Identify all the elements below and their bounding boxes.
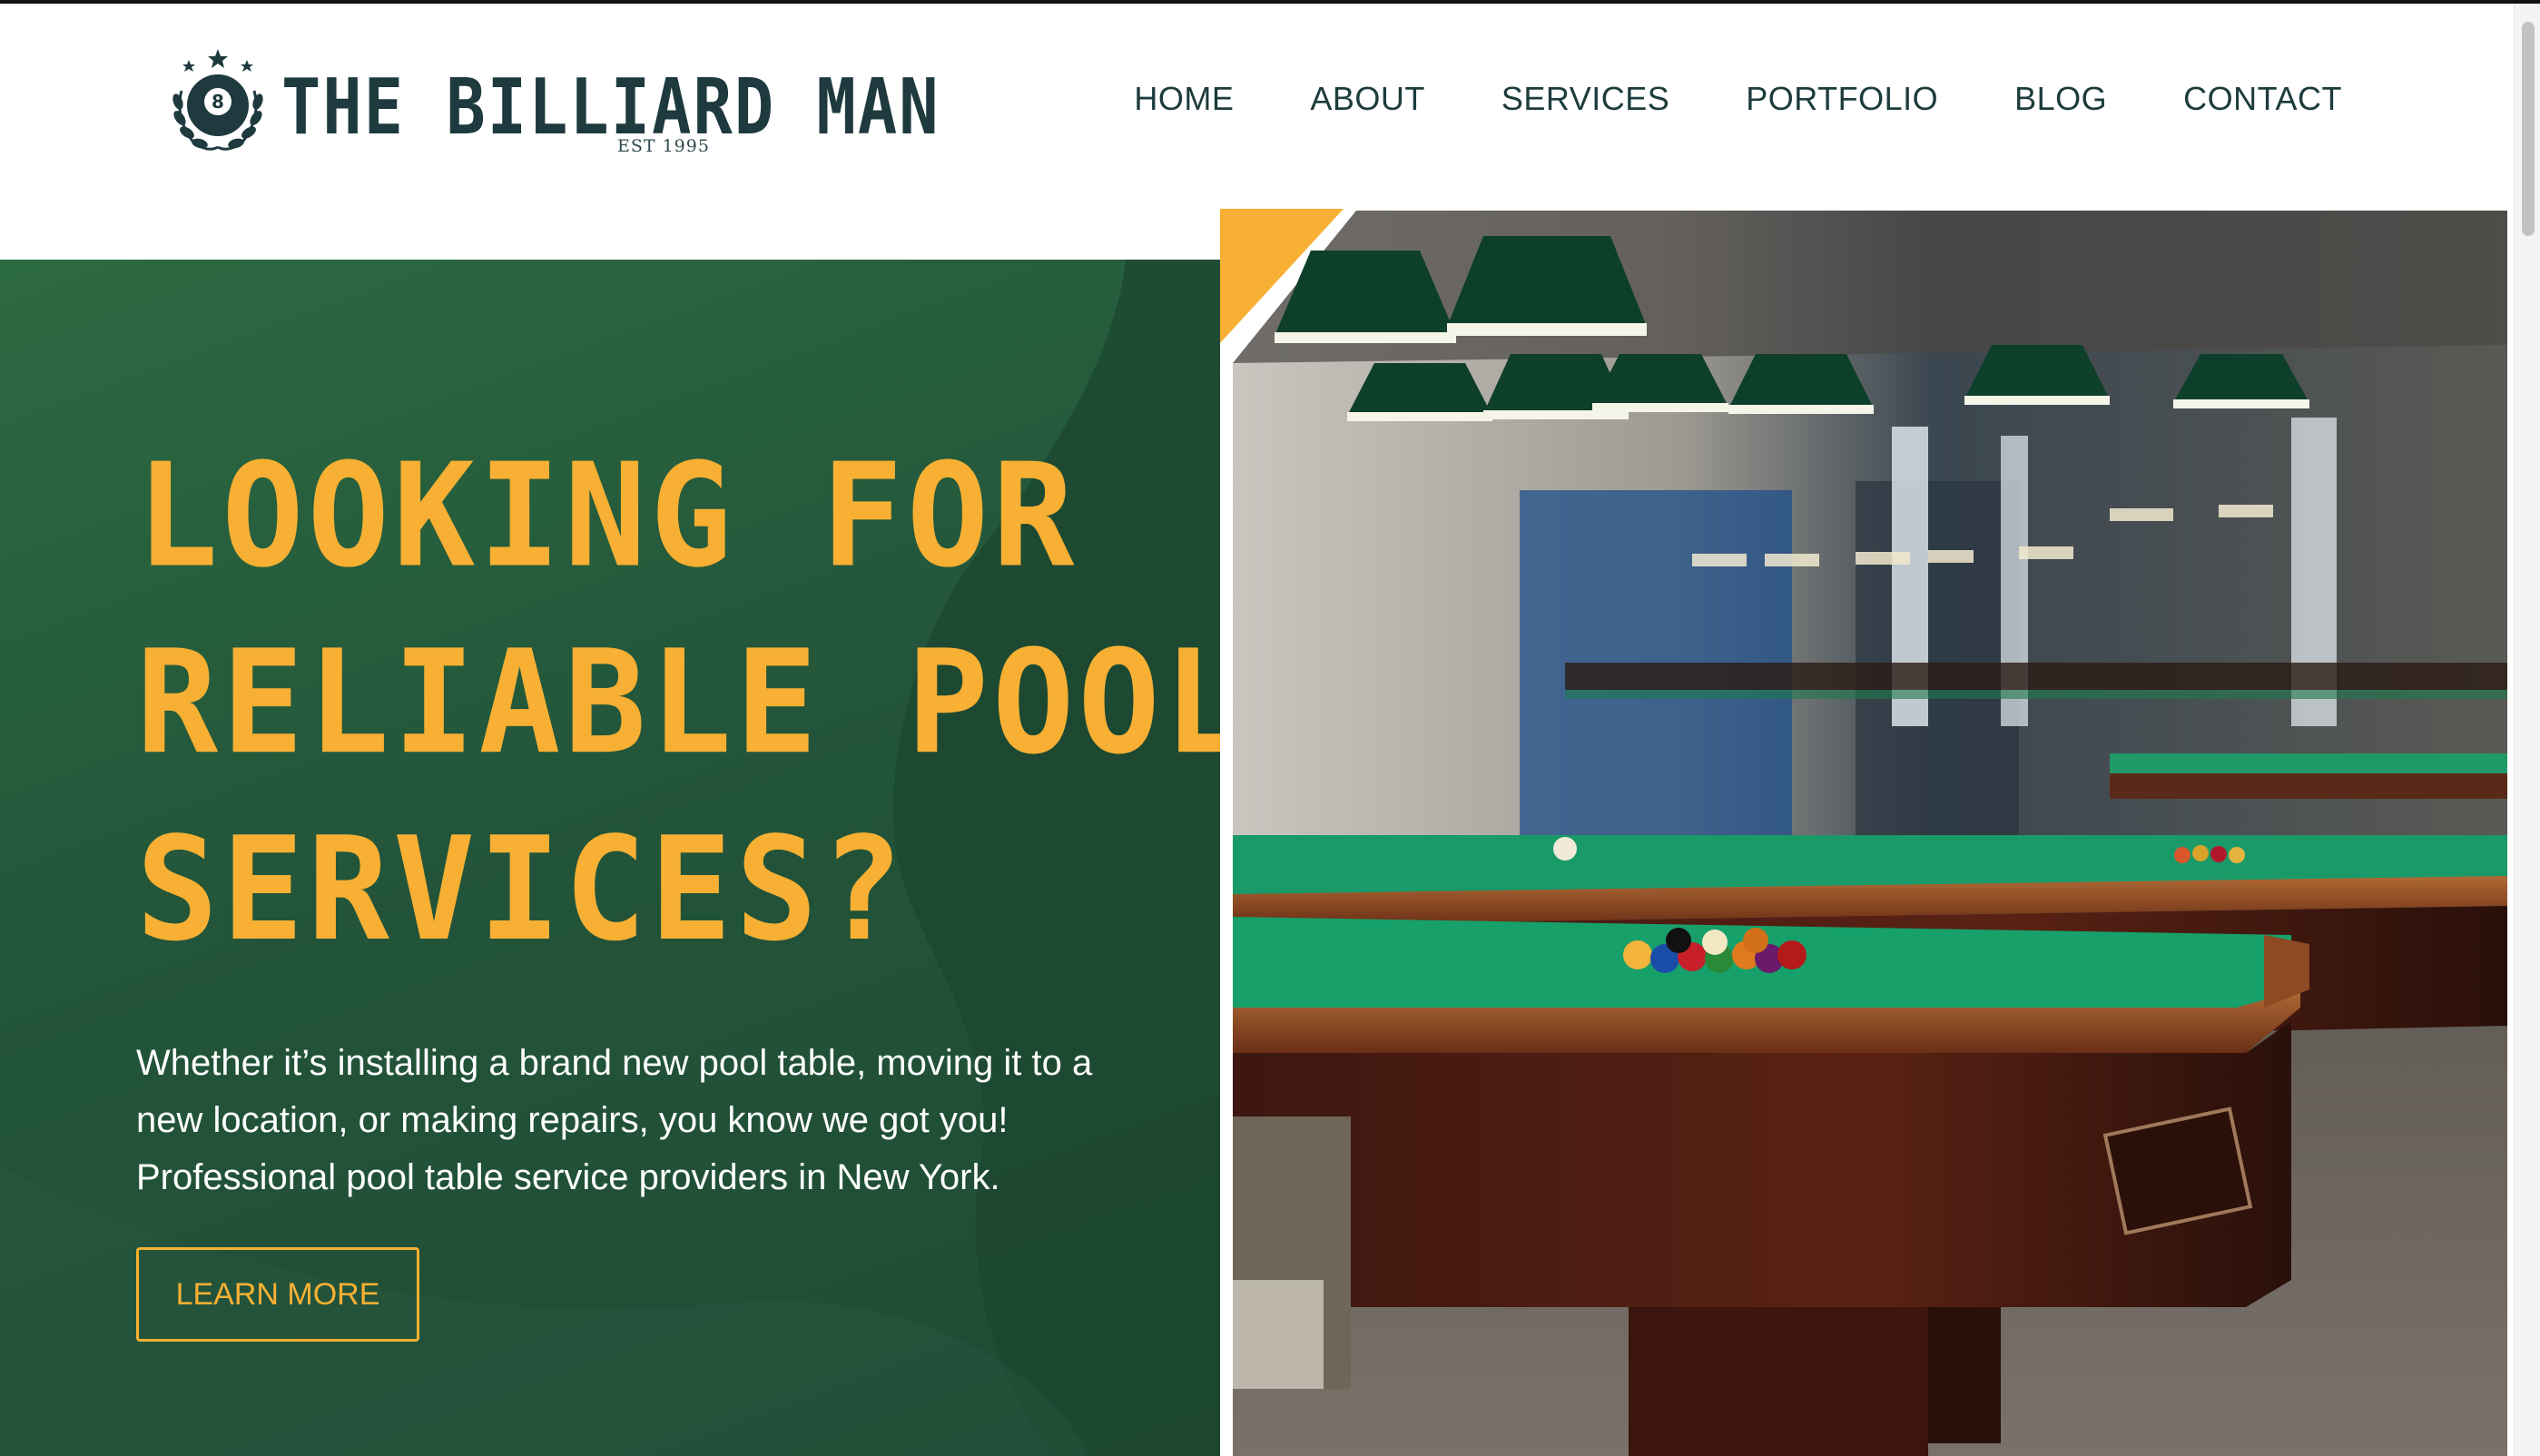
eight-ball-laurel-icon: 8 — [172, 49, 263, 151]
nav-services[interactable]: SERVICES — [1501, 80, 1669, 118]
brand-est: EST 1995 — [617, 136, 710, 156]
hero-subtext: Whether it’s installing a brand new pool… — [136, 1043, 1093, 1197]
learn-more-button[interactable]: LEARN MORE — [136, 1247, 419, 1342]
headline-line-1: LOOKING FOR — [136, 433, 1078, 600]
hero-section: LOOKING FOR RELIABLE POOL TABLE SERVICES… — [0, 260, 1231, 1456]
headline-line-3: SERVICES? — [136, 807, 907, 973]
nav-blog[interactable]: BLOG — [2014, 80, 2107, 118]
nav-contact[interactable]: CONTACT — [2183, 80, 2342, 118]
hero-headline: LOOKING FOR RELIABLE POOL TABLE SERVICES… — [136, 423, 1231, 983]
pool-hall-photo — [1220, 209, 2507, 1456]
logo[interactable]: 8 THE BILLIARD MAN EST 1995 — [162, 45, 939, 163]
hero-image — [1220, 209, 2507, 1456]
main-nav: HOME ABOUT SERVICES PORTFOLIO BLOG CONTA… — [1058, 80, 2342, 118]
nav-home[interactable]: HOME — [1134, 80, 1234, 118]
brand-name: THE BILLIARD MAN — [281, 62, 940, 152]
badge-number: 8 — [212, 91, 224, 113]
nav-about[interactable]: ABOUT — [1310, 80, 1425, 118]
page-scrollbar[interactable] — [2514, 4, 2540, 1456]
scrollbar-thumb[interactable] — [2522, 22, 2535, 236]
nav-portfolio[interactable]: PORTFOLIO — [1746, 80, 1938, 118]
headline-line-2: RELIABLE POOL TABLE — [136, 620, 1231, 787]
